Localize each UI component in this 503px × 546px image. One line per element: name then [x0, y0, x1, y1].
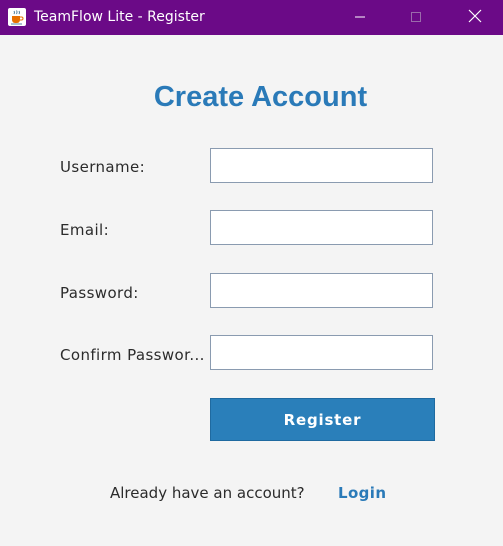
close-icon: [468, 8, 482, 27]
title-bar[interactable]: TeamFlow Lite - Register: [0, 0, 503, 35]
login-prompt: Already have an account?: [110, 484, 305, 502]
minimize-button[interactable]: [332, 0, 388, 35]
register-button[interactable]: Register: [210, 398, 435, 441]
username-label: Username:: [60, 158, 146, 176]
register-window: TeamFlow Lite - Register Create Account …: [0, 0, 503, 546]
username-field[interactable]: [210, 148, 433, 183]
email-label: Email:: [60, 221, 110, 239]
java-cup-icon: [8, 8, 26, 26]
maximize-button[interactable]: [388, 0, 444, 35]
close-button[interactable]: [447, 0, 503, 35]
minimize-icon: [354, 8, 366, 27]
window-title: TeamFlow Lite - Register: [34, 9, 205, 25]
confirm-password-field[interactable]: [210, 335, 433, 370]
email-field[interactable]: [210, 210, 433, 245]
login-link[interactable]: Login: [338, 484, 386, 502]
confirm-password-label: Confirm Passwor...: [60, 346, 205, 364]
password-label: Password:: [60, 284, 139, 302]
password-field[interactable]: [210, 273, 433, 308]
page-title: Create Account: [153, 81, 368, 113]
maximize-icon: [410, 8, 422, 27]
